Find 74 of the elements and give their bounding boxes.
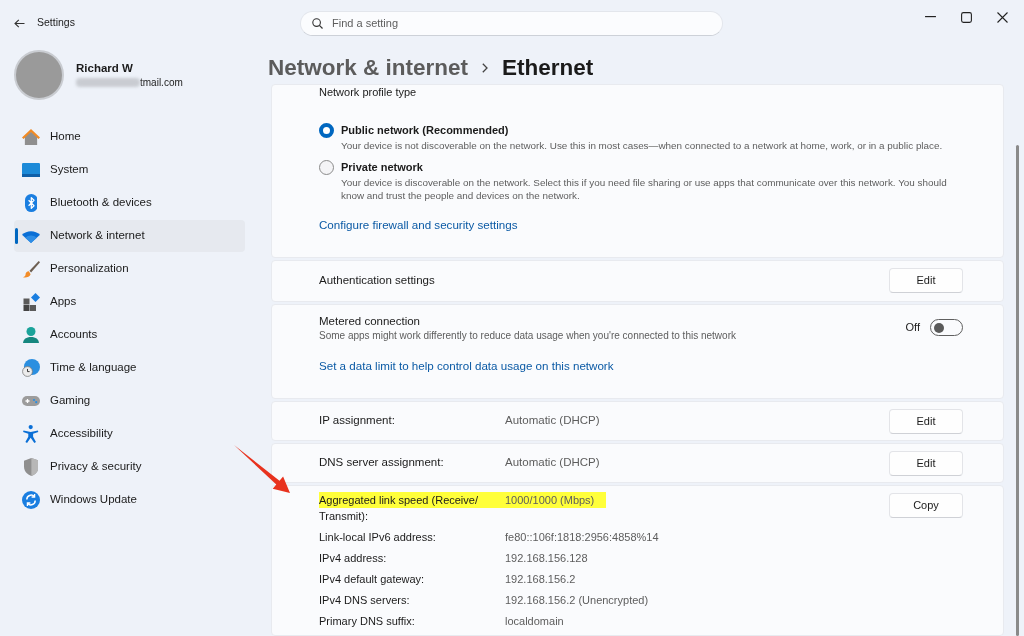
setting-label: Authentication settings xyxy=(319,272,435,288)
firewall-settings-link[interactable]: Configure firewall and security settings xyxy=(319,218,518,232)
detail-label: IPv4 address: xyxy=(319,551,388,566)
option-description: Your device is not discoverable on the network. Use this in most cases—when connected to a network at home, work, or in a public place. xyxy=(341,139,943,152)
gamepad-icon xyxy=(22,396,40,406)
sidebar-item[interactable]: Time & language xyxy=(14,352,245,384)
detail-value: fe80::106f:1818:2956:4858%14 xyxy=(505,530,659,545)
sidebar-item[interactable]: Home xyxy=(14,121,245,153)
sidebar-item[interactable]: Network & internet xyxy=(14,220,245,252)
setting-label: DNS server assignment: xyxy=(319,455,445,471)
detail-value: 192.168.156.2 (Unencrypted) xyxy=(505,593,649,608)
edit-button[interactable]: Edit xyxy=(889,408,963,434)
detail-value: 1000/1000 (Mbps) xyxy=(505,492,607,508)
maximize-icon xyxy=(960,11,972,23)
accessibility-icon xyxy=(23,425,39,443)
home-icon xyxy=(22,128,40,146)
sidebar-item[interactable]: Accessibility xyxy=(14,418,245,450)
monitor-icon xyxy=(22,163,40,177)
option-title: Public network (Recommended) xyxy=(341,123,510,137)
account-email: tmail.com xyxy=(140,75,183,90)
detail-value: 192.168.156.2 xyxy=(505,572,576,587)
chevron-right-icon xyxy=(482,62,489,73)
sidebar-item[interactable]: Personalization xyxy=(14,253,245,285)
edit-button[interactable]: Edit xyxy=(889,450,963,476)
setting-label: Metered connection xyxy=(319,313,421,328)
sidebar-item[interactable]: Privacy & security xyxy=(14,451,245,483)
close-icon xyxy=(996,11,1008,23)
sync-icon xyxy=(22,491,40,509)
radio-button[interactable] xyxy=(319,123,334,138)
data-limit-link[interactable]: Set a data limit to help control data usage on this network xyxy=(319,358,614,373)
search-field[interactable]: Find a setting xyxy=(300,10,723,36)
brush-icon xyxy=(22,260,40,278)
edit-button[interactable]: Edit xyxy=(889,268,963,293)
breadcrumb-link[interactable]: Network & internet xyxy=(268,52,469,83)
sidebar-item[interactable]: Gaming xyxy=(14,385,245,417)
close-button[interactable] xyxy=(996,10,1008,24)
shield-icon xyxy=(23,458,39,476)
radio-button[interactable] xyxy=(319,160,334,175)
account-name: Richard W xyxy=(76,60,134,76)
sidebar-item[interactable]: Accounts xyxy=(14,319,245,351)
section-heading: Network profile type xyxy=(319,85,418,99)
avatar-placeholder xyxy=(14,50,64,100)
page-title: Ethernet xyxy=(502,53,594,82)
sidebar-item[interactable]: Bluetooth & devices xyxy=(14,187,245,219)
person-icon xyxy=(23,326,39,344)
sidebar-item[interactable]: Apps xyxy=(14,286,245,318)
detail-label: IPv4 DNS servers: xyxy=(319,593,411,608)
detail-label: IPv4 default gateway: xyxy=(319,572,426,587)
toggle-state-label: Off xyxy=(905,320,920,336)
scrollbar-thumb[interactable] xyxy=(1016,145,1019,636)
apps-icon xyxy=(22,293,40,311)
globe-clock-icon xyxy=(22,359,40,377)
detail-label: Primary DNS suffix: xyxy=(319,614,416,629)
setting-description: Some apps might work differently to reduce data usage when you're connected to this network xyxy=(319,328,736,342)
setting-value: Automatic (DHCP) xyxy=(505,413,600,429)
maximize-button[interactable] xyxy=(960,10,972,24)
option-title: Private network xyxy=(341,160,424,174)
detail-label: Aggregated link speed (Receive/Transmit): xyxy=(319,492,505,524)
sidebar-item[interactable]: Windows Update xyxy=(14,484,245,516)
back-arrow-icon xyxy=(14,18,25,28)
detail-label: Link-local IPv6 address: xyxy=(319,530,437,545)
detail-value: localdomain xyxy=(505,614,564,629)
wifi-icon xyxy=(22,229,40,243)
app-title: Settings xyxy=(37,15,75,31)
setting-value: Automatic (DHCP) xyxy=(505,455,600,471)
setting-label: IP assignment: xyxy=(319,413,396,429)
minimize-icon xyxy=(924,16,936,18)
sidebar-item[interactable]: System xyxy=(14,154,245,186)
copy-button[interactable]: Copy xyxy=(889,493,963,518)
detail-value: 192.168.156.128 xyxy=(505,551,588,566)
back-button[interactable] xyxy=(14,18,25,28)
search-icon xyxy=(312,17,323,29)
option-description: Your device is discoverable on the network. Select this if you need file sharing or use apps that communicate over this network. You should know and trust the people and devices on the network. xyxy=(341,176,948,202)
bluetooth-icon xyxy=(24,194,38,212)
